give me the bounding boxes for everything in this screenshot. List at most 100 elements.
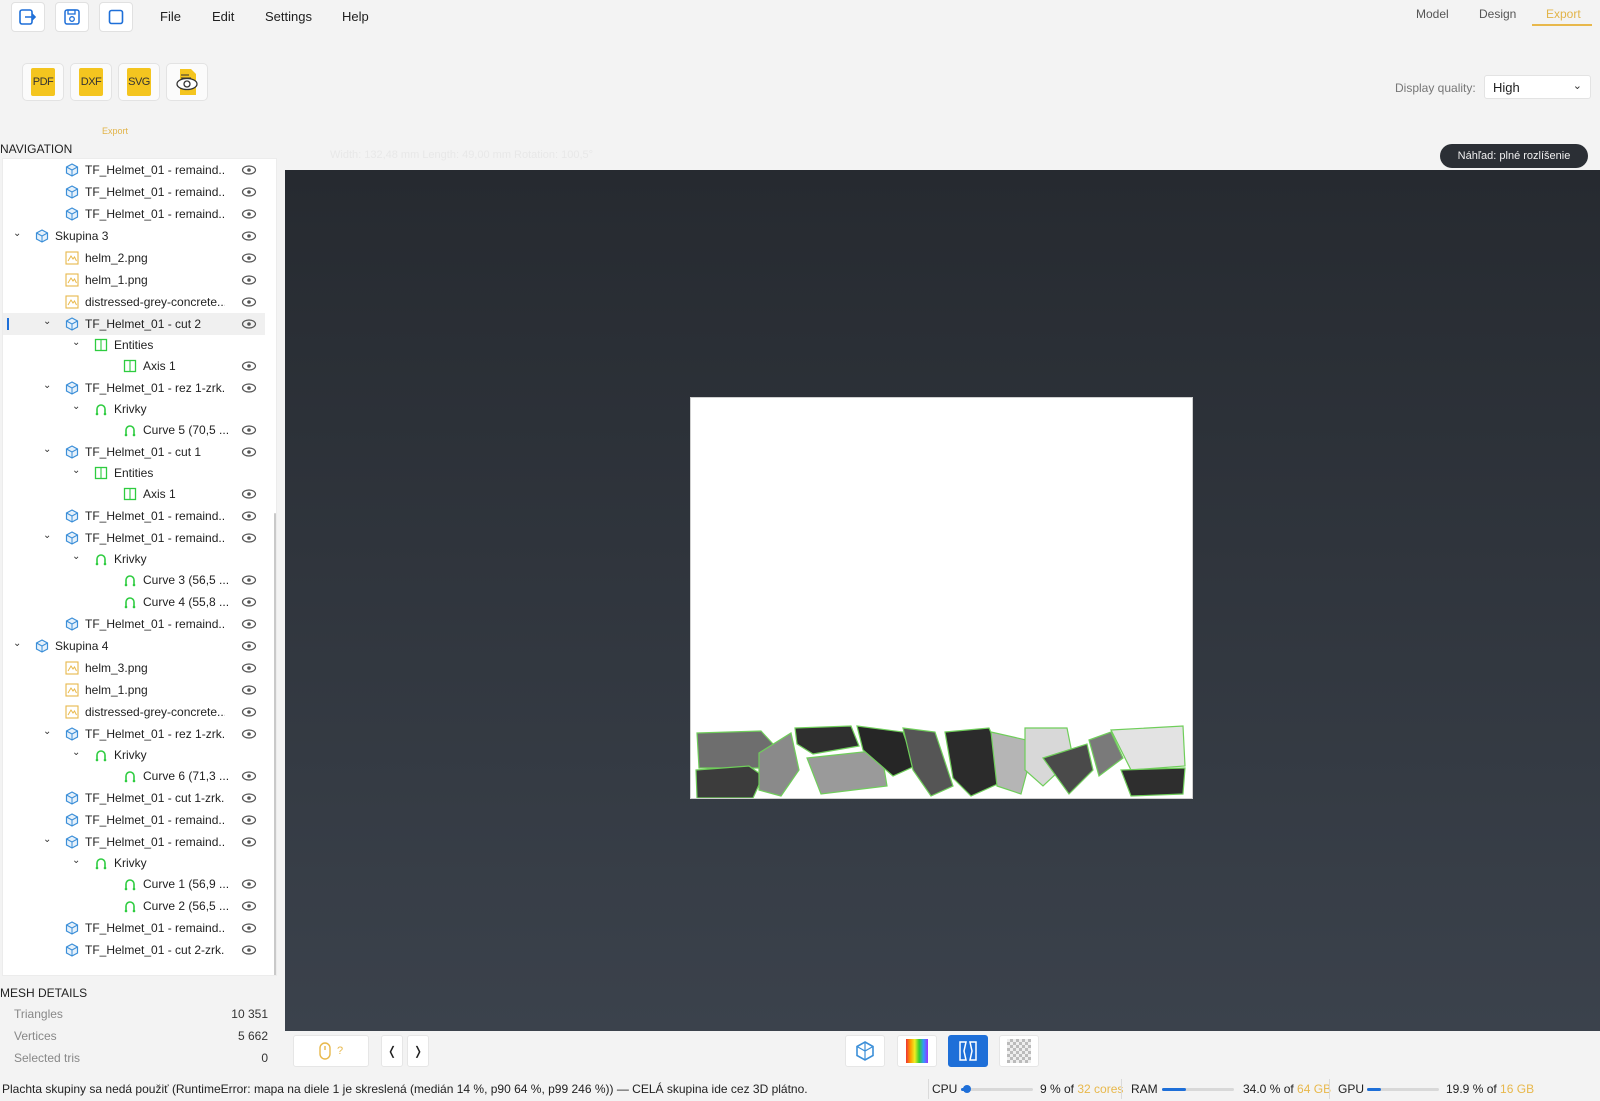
- chevron-down-icon[interactable]: ⌄: [13, 228, 21, 239]
- tree-item[interactable]: Curve 6 (71,3 ...: [3, 765, 265, 787]
- visibility-eye-icon[interactable]: [241, 229, 257, 243]
- tree-item[interactable]: ⌄ Krivky: [3, 852, 265, 874]
- tree-item[interactable]: ⌄ TF_Helmet_01 - remaind...: [3, 831, 265, 853]
- tree-item[interactable]: Curve 2 (56,5 ...: [3, 895, 265, 917]
- full-resolution-preview-button[interactable]: Náhľad: plné rozlíšenie: [1440, 144, 1588, 168]
- menu-file[interactable]: File: [160, 9, 181, 24]
- tree-item[interactable]: helm_1.png: [3, 679, 265, 701]
- window-icon[interactable]: [99, 2, 133, 32]
- visibility-eye-icon[interactable]: [241, 595, 257, 609]
- visibility-eye-icon[interactable]: [241, 163, 257, 177]
- tab-design[interactable]: Design: [1479, 7, 1516, 21]
- chevron-down-icon[interactable]: ⌄: [72, 551, 80, 562]
- visibility-eye-icon[interactable]: [241, 639, 257, 653]
- tree-item[interactable]: Curve 5 (70,5 ...: [3, 419, 265, 441]
- tree-item[interactable]: Curve 1 (56,9 ...: [3, 873, 265, 895]
- visibility-eye-icon[interactable]: [241, 359, 257, 373]
- tree-item[interactable]: ⌄ Skupina 4: [3, 635, 265, 657]
- chevron-down-icon[interactable]: ⌄: [72, 337, 80, 348]
- visibility-eye-icon[interactable]: [241, 791, 257, 805]
- display-quality-select[interactable]: High ⌄: [1484, 75, 1591, 99]
- tree-item[interactable]: helm_1.png: [3, 269, 265, 291]
- chevron-down-icon[interactable]: ⌄: [43, 726, 51, 737]
- visibility-eye-icon[interactable]: [241, 185, 257, 199]
- tree-item[interactable]: ⌄ Entities: [3, 334, 265, 356]
- chevron-down-icon[interactable]: ⌄: [72, 855, 80, 866]
- tree-item[interactable]: Curve 4 (55,8 ...: [3, 591, 265, 613]
- checker-texture-button[interactable]: [999, 1035, 1039, 1067]
- tree-item[interactable]: Curve 3 (56,5 ...: [3, 569, 265, 591]
- visibility-eye-icon[interactable]: [241, 573, 257, 587]
- tree-item[interactable]: TF_Helmet_01 - remaind...: [3, 809, 265, 831]
- tree-item[interactable]: ⌄ Krivky: [3, 744, 265, 766]
- chevron-down-icon[interactable]: ⌄: [43, 380, 51, 391]
- chevron-down-icon[interactable]: ⌄: [72, 465, 80, 476]
- tree-item[interactable]: helm_3.png: [3, 657, 265, 679]
- visibility-eye-icon[interactable]: [241, 509, 257, 523]
- tab-model[interactable]: Model: [1416, 7, 1449, 21]
- view-3d-button[interactable]: [845, 1035, 885, 1067]
- uv-unwrap-button[interactable]: [948, 1035, 988, 1067]
- visibility-eye-icon[interactable]: [241, 617, 257, 631]
- visibility-eye-icon[interactable]: [241, 531, 257, 545]
- chevron-down-icon[interactable]: ⌄: [13, 638, 21, 649]
- visibility-eye-icon[interactable]: [241, 727, 257, 741]
- visibility-eye-icon[interactable]: [241, 295, 257, 309]
- visibility-eye-icon[interactable]: [241, 921, 257, 935]
- visibility-eye-icon[interactable]: [241, 661, 257, 675]
- menu-edit[interactable]: Edit: [212, 9, 234, 24]
- tab-export[interactable]: Export: [1546, 7, 1581, 21]
- next-button[interactable]: ❭: [407, 1035, 429, 1067]
- visibility-eye-icon[interactable]: [241, 207, 257, 221]
- tree-item[interactable]: ⌄ TF_Helmet_01 - rez 1-zrk...: [3, 377, 265, 399]
- visibility-eye-icon[interactable]: [241, 899, 257, 913]
- visibility-eye-icon[interactable]: [241, 317, 257, 331]
- save-icon[interactable]: [55, 2, 89, 32]
- visibility-eye-icon[interactable]: [241, 381, 257, 395]
- tree-item[interactable]: TF_Helmet_01 - cut 2-zrk...: [3, 939, 265, 961]
- tree-item[interactable]: TF_Helmet_01 - remaind...: [3, 917, 265, 939]
- tree-item[interactable]: ⌄ Entities: [3, 462, 265, 484]
- visibility-eye-icon[interactable]: [241, 943, 257, 957]
- tree-item[interactable]: Axis 1: [3, 355, 265, 377]
- tree-item[interactable]: ⌄ TF_Helmet_01 - remaind...: [3, 527, 265, 549]
- tree-item[interactable]: TF_Helmet_01 - remaind...: [3, 505, 265, 527]
- tree-item[interactable]: helm_2.png: [3, 247, 265, 269]
- mouse-help-button[interactable]: ?: [293, 1035, 369, 1067]
- exit-icon[interactable]: [11, 2, 45, 32]
- visibility-eye-icon[interactable]: [241, 445, 257, 459]
- tree-item[interactable]: distressed-grey-concrete...: [3, 291, 265, 313]
- color-map-button[interactable]: [897, 1035, 937, 1067]
- visibility-eye-icon[interactable]: [241, 705, 257, 719]
- menu-help[interactable]: Help: [342, 9, 369, 24]
- tree-item[interactable]: ⌄ Krivky: [3, 398, 265, 420]
- visibility-eye-icon[interactable]: [241, 835, 257, 849]
- tree-item[interactable]: ⌄ Skupina 3: [3, 225, 265, 247]
- menu-settings[interactable]: Settings: [265, 9, 312, 24]
- tree-item[interactable]: TF_Helmet_01 - remaind...: [3, 181, 265, 203]
- tree-item[interactable]: ⌄ TF_Helmet_01 - cut 2: [3, 313, 265, 335]
- chevron-down-icon[interactable]: ⌄: [43, 834, 51, 845]
- export-svg-button[interactable]: SVG: [118, 63, 160, 101]
- export-dxf-button[interactable]: DXF: [70, 63, 112, 101]
- tree-item[interactable]: ⌄ TF_Helmet_01 - rez 1-zrk...: [3, 723, 265, 745]
- tree-item[interactable]: TF_Helmet_01 - cut 1-zrk...: [3, 787, 265, 809]
- chevron-down-icon[interactable]: ⌄: [43, 316, 51, 327]
- chevron-down-icon[interactable]: ⌄: [43, 530, 51, 541]
- chevron-down-icon[interactable]: ⌄: [72, 401, 80, 412]
- tree-item[interactable]: distressed-grey-concrete...: [3, 701, 265, 723]
- tree-item[interactable]: TF_Helmet_01 - remaind...: [3, 613, 265, 635]
- tree-item[interactable]: TF_Helmet_01 - remaind...: [3, 203, 265, 225]
- export-pdf-button[interactable]: PDF: [22, 63, 64, 101]
- chevron-down-icon[interactable]: ⌄: [72, 747, 80, 758]
- visibility-eye-icon[interactable]: [241, 423, 257, 437]
- tree-item[interactable]: ⌄ Krivky: [3, 548, 265, 570]
- visibility-eye-icon[interactable]: [241, 487, 257, 501]
- prev-button[interactable]: ❬: [381, 1035, 403, 1067]
- visibility-eye-icon[interactable]: [241, 251, 257, 265]
- chevron-down-icon[interactable]: ⌄: [43, 444, 51, 455]
- visibility-eye-icon[interactable]: [241, 273, 257, 287]
- visibility-eye-icon[interactable]: [241, 877, 257, 891]
- export-preview-button[interactable]: [166, 63, 208, 101]
- tree-item[interactable]: TF_Helmet_01 - remaind...: [3, 159, 265, 181]
